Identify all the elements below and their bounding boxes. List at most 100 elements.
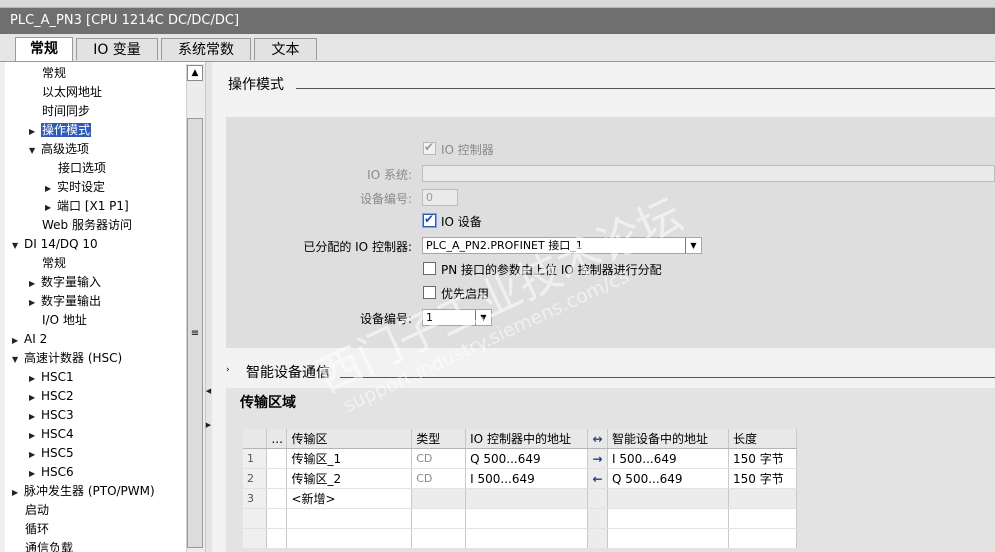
sidebar-item-comm-load[interactable]: 通信负载 <box>25 539 73 552</box>
table-row[interactable]: 1 传输区_1 CD Q 500...649 → I 500...649 150… <box>243 448 798 469</box>
cell-add-new[interactable]: <新增> <box>286 488 413 509</box>
section-divider <box>340 377 995 378</box>
section-title-smart-device[interactable]: 智能设备通信 <box>246 362 330 382</box>
direction-arrow-icon[interactable]: ← <box>587 468 609 489</box>
col-header-direction[interactable]: ↔ <box>587 429 609 449</box>
sidebar-item-web-server[interactable]: Web 服务器访问 <box>42 216 132 235</box>
sidebar-item-io-address[interactable]: I/O 地址 <box>42 311 87 330</box>
cell-length[interactable]: 150 字节 <box>728 448 798 469</box>
sidebar-item-general[interactable]: 常规 <box>42 64 66 83</box>
cell-device-address[interactable]: Q 500...649 <box>607 468 729 489</box>
scroll-up-icon[interactable]: ▲ <box>187 65 203 81</box>
io-controller-checkbox[interactable] <box>423 140 436 155</box>
expand-arrow-icon[interactable]: ▶ <box>45 179 57 198</box>
assigned-controller-dropdown[interactable]: PLC_A_PN2.PROFINET 接口_1 ▼ <box>422 237 702 254</box>
pn-param-checkbox[interactable] <box>423 262 436 275</box>
sidebar-item-hsc1[interactable]: ▶ HSC1 <box>29 368 74 387</box>
row-number: 1 <box>243 448 268 469</box>
cell-type[interactable]: CD <box>411 448 467 469</box>
scrollbar-thumb[interactable]: ≡ <box>187 118 203 548</box>
cell-controller-address[interactable]: I 500...649 <box>465 468 589 489</box>
sidebar-item-ethernet[interactable]: 以太网地址 <box>42 83 102 102</box>
col-header-transfer-area[interactable]: 传输区 <box>286 429 413 449</box>
col-header-controller-address[interactable]: IO 控制器中的地址 <box>465 429 589 449</box>
row-handle[interactable] <box>266 448 288 469</box>
sidebar-item-ai2[interactable]: ▶ AI 2 <box>12 330 47 349</box>
device-number-field: 0 <box>422 189 458 206</box>
sidebar-item-time-sync[interactable]: 时间同步 <box>42 102 90 121</box>
tab-general[interactable]: 常规 <box>15 37 73 61</box>
section-expand-icon[interactable]: › <box>226 365 230 375</box>
chevron-down-icon[interactable]: ▼ <box>475 310 491 325</box>
expand-arrow-icon[interactable]: ▶ <box>29 445 41 464</box>
row-handle[interactable] <box>266 488 288 509</box>
expand-arrow-icon[interactable]: ▶ <box>12 331 24 350</box>
col-header-type[interactable]: 类型 <box>411 429 467 449</box>
sidebar-item-startup[interactable]: 启动 <box>25 501 49 520</box>
col-header-device-address[interactable]: 智能设备中的地址 <box>607 429 729 449</box>
col-header-more[interactable]: ... <box>266 429 288 449</box>
direction-arrow-icon[interactable]: → <box>587 448 609 469</box>
cell-direction <box>587 488 609 509</box>
priority-checkbox[interactable] <box>423 286 436 299</box>
io-device-checkbox[interactable] <box>423 212 436 227</box>
window-title: PLC_A_PN3 [CPU 1214C DC/DC/DC] <box>0 8 995 34</box>
sidebar-item-di-general[interactable]: 常规 <box>42 254 66 273</box>
expand-arrow-icon[interactable]: ▶ <box>29 426 41 445</box>
device-number2-label: 设备编号: <box>359 312 412 326</box>
sidebar-item-interface-options[interactable]: 接口选项 <box>58 159 106 178</box>
sidebar-item-hsc[interactable]: ▼ 高速计数器 (HSC) <box>12 349 122 368</box>
sidebar-item-advanced[interactable]: ▼ 高级选项 <box>29 140 89 159</box>
sidebar-item-hsc4[interactable]: ▶ HSC4 <box>29 425 74 444</box>
cell-transfer-name[interactable]: 传输区_1 <box>286 448 413 469</box>
tab-bar: 常规 IO 变量 系统常数 文本 <box>0 34 995 62</box>
expand-arrow-icon[interactable]: ▶ <box>29 369 41 388</box>
sidebar-item-operating-mode[interactable]: ▶ 操作模式 <box>29 121 92 141</box>
expand-right-icon[interactable]: ▶ <box>205 416 212 434</box>
sidebar-item-digital-output[interactable]: ▶ 数字量输出 <box>29 292 101 311</box>
collapse-arrow-icon[interactable]: ▼ <box>12 350 24 369</box>
pane-splitter[interactable] <box>205 62 212 552</box>
device-number2-dropdown[interactable]: 1 ▼ <box>422 309 492 326</box>
tab-texts[interactable]: 文本 <box>254 38 317 60</box>
sidebar-item-realtime[interactable]: ▶ 实时设定 <box>45 178 105 197</box>
sidebar-item-hsc3[interactable]: ▶ HSC3 <box>29 406 74 425</box>
sidebar-item-hsc6[interactable]: ▶ HSC6 <box>29 463 74 482</box>
cell-length[interactable]: 150 字节 <box>728 468 798 489</box>
expand-arrow-icon[interactable]: ▶ <box>29 274 41 293</box>
tab-io-tags[interactable]: IO 变量 <box>76 38 158 60</box>
cell-transfer-name[interactable]: 传输区_2 <box>286 468 413 489</box>
expand-arrow-icon[interactable]: ▶ <box>29 407 41 426</box>
cell-length <box>728 488 798 509</box>
sidebar-item-cycle[interactable]: 循环 <box>25 520 49 539</box>
sidebar-item-hsc5[interactable]: ▶ HSC5 <box>29 444 74 463</box>
expand-arrow-icon[interactable]: ▶ <box>12 483 24 502</box>
col-header-length[interactable]: 长度 <box>728 429 798 449</box>
expand-arrow-icon[interactable]: ▶ <box>29 293 41 312</box>
collapse-left-icon[interactable]: ◀ <box>205 382 212 400</box>
transfer-area-title: 传输区域 <box>240 395 296 411</box>
cell-type[interactable]: CD <box>411 468 467 489</box>
table-row[interactable]: 2 传输区_2 CD I 500...649 ← Q 500...649 150… <box>243 468 798 489</box>
expand-arrow-icon[interactable]: ▶ <box>45 198 57 217</box>
sidebar-item-hsc2[interactable]: ▶ HSC2 <box>29 387 74 406</box>
row-handle[interactable] <box>266 468 288 489</box>
table-row-empty <box>243 508 798 529</box>
table-row-add-new[interactable]: 3 <新增> <box>243 488 798 509</box>
expand-arrow-icon[interactable]: ▶ <box>29 464 41 483</box>
expand-arrow-icon[interactable]: ▶ <box>29 388 41 407</box>
collapse-arrow-icon[interactable]: ▼ <box>29 141 41 160</box>
io-controller-label: IO 控制器 <box>441 143 494 157</box>
pn-param-label: PN 接口的参数由上位 IO 控制器进行分配 <box>441 263 662 277</box>
sidebar-item-port[interactable]: ▶ 端口 [X1 P1] <box>45 197 129 216</box>
collapse-arrow-icon[interactable]: ▼ <box>12 236 24 255</box>
expand-arrow-icon[interactable]: ▶ <box>29 122 41 141</box>
col-header-index <box>243 429 268 449</box>
sidebar-item-di-dq[interactable]: ▼ DI 14/DQ 10 <box>12 235 98 254</box>
sidebar-item-pto-pwm[interactable]: ▶ 脉冲发生器 (PTO/PWM) <box>12 482 155 501</box>
cell-controller-address[interactable]: Q 500...649 <box>465 448 589 469</box>
chevron-down-icon[interactable]: ▼ <box>685 238 701 253</box>
sidebar-item-digital-input[interactable]: ▶ 数字量输入 <box>29 273 101 292</box>
cell-device-address[interactable]: I 500...649 <box>607 448 729 469</box>
tab-system-constants[interactable]: 系统常数 <box>161 38 251 60</box>
